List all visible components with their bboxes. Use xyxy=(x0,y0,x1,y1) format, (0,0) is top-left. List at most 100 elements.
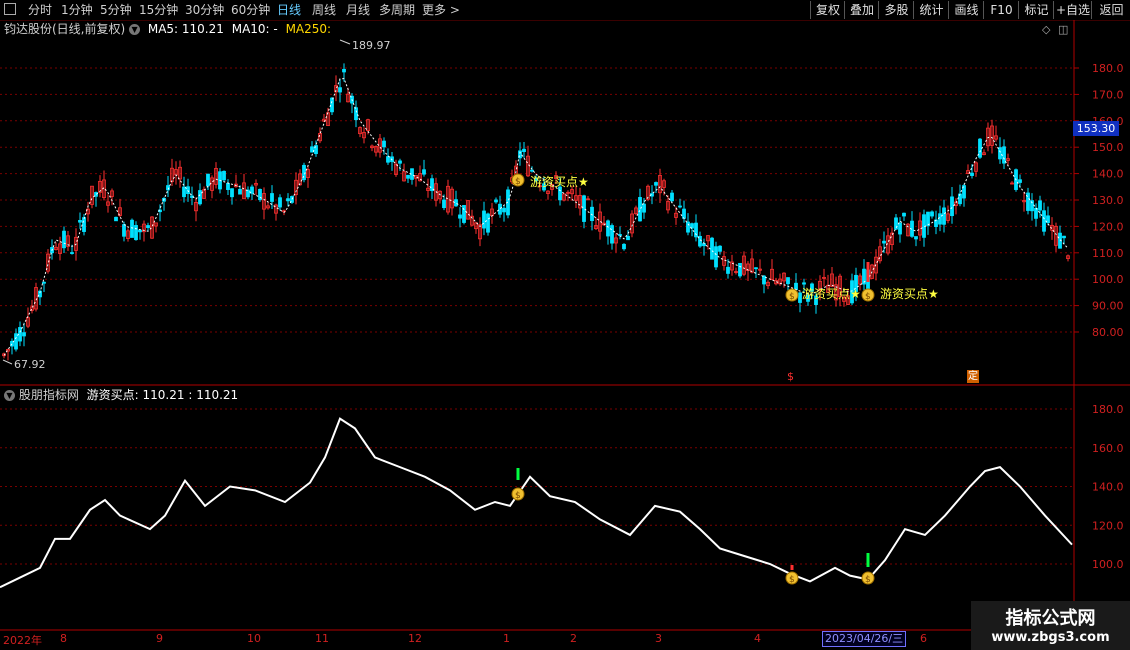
watermark-logo: 指标公式网 www.zbgs3.com xyxy=(971,601,1130,650)
candle-body xyxy=(14,333,18,350)
candle-body xyxy=(42,281,46,284)
time-label: 8 xyxy=(60,632,67,645)
time-label: 11 xyxy=(315,632,329,645)
y-tick-label: 180.0 xyxy=(1092,403,1124,416)
candle-body xyxy=(70,252,74,254)
candle-body xyxy=(342,68,346,73)
y-tick-label: 110.0 xyxy=(1092,247,1124,260)
main-y-axis: 180.0170.0160.0150.0140.0130.0120.0110.0… xyxy=(1074,62,1124,339)
candle-body xyxy=(422,169,426,175)
y-tick-label: 100.0 xyxy=(1092,273,1124,286)
candle-body xyxy=(198,190,202,205)
y-tick-label: 140.0 xyxy=(1092,481,1124,494)
money-bag-icon: $ xyxy=(861,288,875,302)
time-label: 2022年 xyxy=(3,634,42,647)
svg-text:$: $ xyxy=(865,292,871,302)
candle-body xyxy=(382,140,386,148)
y-tick-label: 100.0 xyxy=(1092,558,1124,571)
candle-body xyxy=(654,182,658,186)
y-tick-label: 80.00 xyxy=(1092,326,1124,339)
candle-body xyxy=(938,213,942,225)
candle-body xyxy=(606,220,610,237)
candle-body xyxy=(738,262,742,277)
signal-label-3: 游资买点★ xyxy=(880,287,939,301)
svg-text:$: $ xyxy=(789,575,795,585)
candle-body xyxy=(1034,207,1038,219)
money-bag-icon: $ xyxy=(861,571,875,585)
candle-body xyxy=(902,212,906,217)
candle-body xyxy=(146,225,150,228)
candle-body xyxy=(882,240,886,244)
low-price-marker: 67.92 xyxy=(14,358,46,371)
candle-body xyxy=(494,199,498,203)
time-label: 12 xyxy=(408,632,422,645)
candle-body xyxy=(338,87,342,93)
candle-body xyxy=(958,193,962,205)
high-price-marker: 189.97 xyxy=(352,39,391,52)
candle-body xyxy=(138,229,142,233)
dollar-badge[interactable]: $ xyxy=(787,370,794,383)
y-tick-label: 170.0 xyxy=(1092,88,1124,101)
candle-body xyxy=(398,160,402,164)
candle-body xyxy=(222,170,226,181)
candle-body xyxy=(502,207,506,213)
svg-text:$: $ xyxy=(789,292,795,302)
candle-body xyxy=(718,245,722,252)
candle-body xyxy=(22,332,26,337)
candle-body xyxy=(930,211,934,217)
candle-body xyxy=(134,225,138,241)
y-tick-label: 130.0 xyxy=(1092,194,1124,207)
candle-body xyxy=(482,210,486,229)
candle-body xyxy=(78,220,82,223)
candle-body xyxy=(642,203,646,213)
candle-body xyxy=(686,221,690,233)
candle-body xyxy=(230,188,234,198)
candle-body xyxy=(914,236,918,240)
candle-body xyxy=(406,174,410,179)
candle-body xyxy=(970,172,974,176)
candle-body xyxy=(486,213,490,233)
candle-body xyxy=(270,193,274,202)
chevron-down-icon[interactable]: ▼ xyxy=(4,390,15,401)
candle-body xyxy=(1038,200,1042,211)
candle-body xyxy=(278,197,282,208)
candle-body xyxy=(354,107,358,121)
candle-body xyxy=(1062,235,1066,239)
candle-body xyxy=(122,224,126,237)
signal-markers: $ $ $ $ $ $ xyxy=(2,39,875,585)
candle-body xyxy=(610,225,614,244)
last-price-tag: 153.30 xyxy=(1073,121,1119,136)
indicator-panel-title: ▼ 股朋指标网 游资买点: 110.21 : 110.21 xyxy=(4,387,238,403)
candle-body xyxy=(942,207,946,225)
candle-body xyxy=(462,205,466,223)
time-label: 2 xyxy=(570,632,577,645)
candle-body xyxy=(1018,179,1022,183)
indicator-y-axis: 180.0 160.0 140.0 120.0 100.0 xyxy=(1092,403,1124,571)
candle-body xyxy=(754,267,758,270)
ding-badge[interactable]: 定 xyxy=(967,370,979,383)
candle-body xyxy=(622,243,626,250)
candle-body xyxy=(530,169,534,172)
signal-label-2: 游资买点★ xyxy=(802,287,861,301)
y-tick-label: 150.0 xyxy=(1092,141,1124,154)
candle-body xyxy=(802,282,806,285)
candle-body xyxy=(454,199,458,207)
signal-label-1: 游资买点★ xyxy=(530,175,589,189)
svg-text:$: $ xyxy=(865,575,871,585)
candle-body xyxy=(638,197,642,222)
candle-body xyxy=(682,208,686,219)
candle-body xyxy=(710,237,714,260)
candle-body xyxy=(998,147,1002,160)
watermark-title: 指标公式网 xyxy=(1005,608,1096,629)
candle-body xyxy=(82,217,86,232)
ma5-line xyxy=(3,78,1069,356)
candle-body xyxy=(626,235,630,241)
candle-body xyxy=(590,206,594,222)
high-pointer xyxy=(339,39,351,45)
candle-body xyxy=(442,199,446,209)
time-axis: 2022年 8 9 10 11 12 1 2 3 4 6 xyxy=(0,630,1075,650)
price-chart[interactable]: 180.0 170.0 160.0 150.0 140.0 130.0 120.0 110.0… xyxy=(0,0,1130,650)
indicator-grid xyxy=(0,408,1074,565)
y-tick-label: 160.0 xyxy=(1092,442,1124,455)
y-tick-label: 140.0 xyxy=(1092,168,1124,181)
